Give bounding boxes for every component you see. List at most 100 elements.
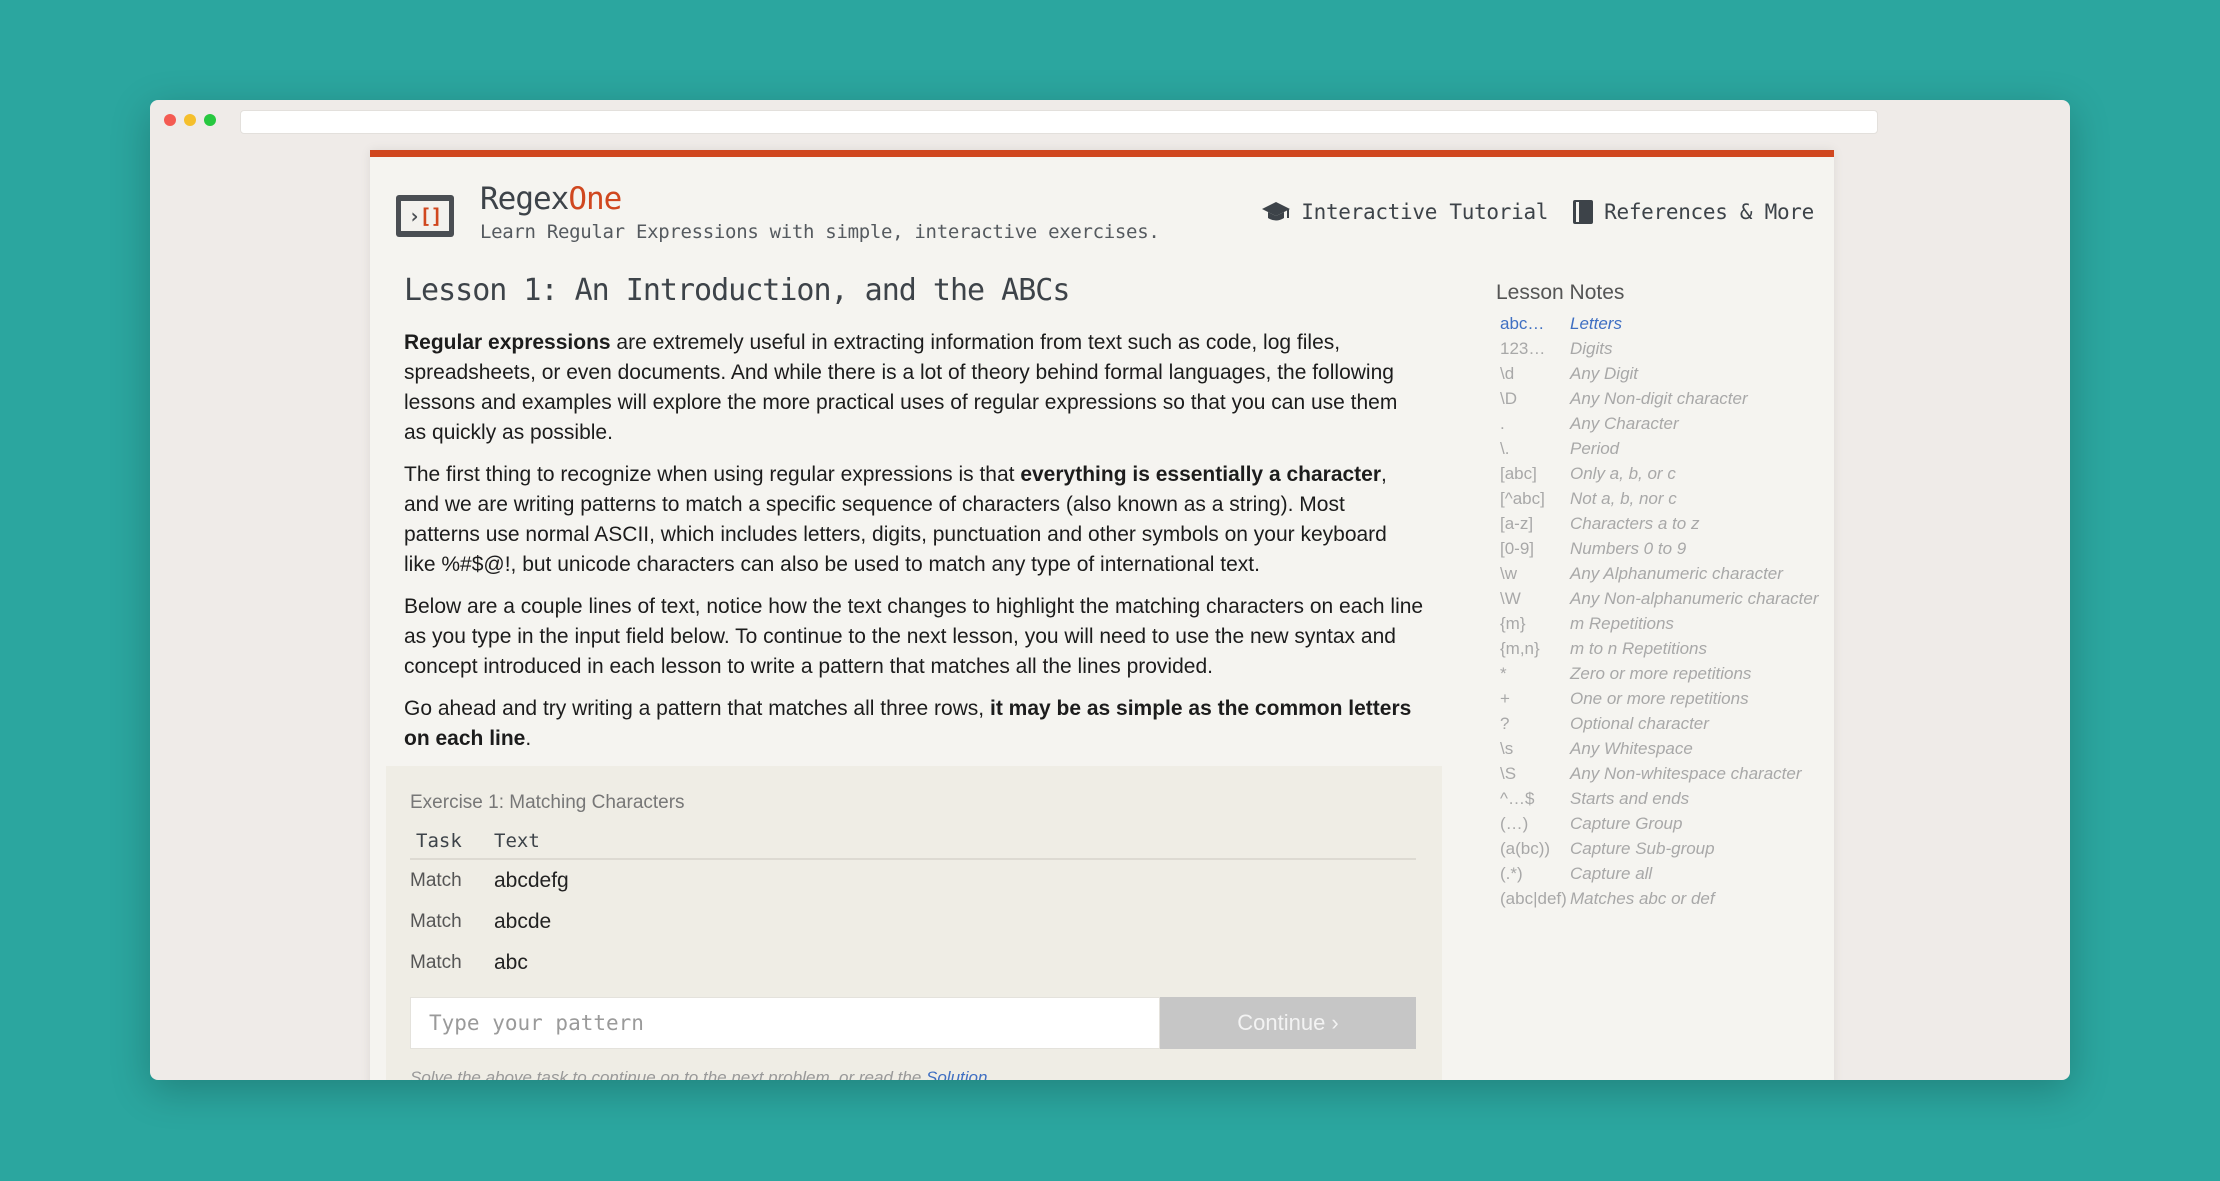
lesson-notes-list: abc… Letters 123… Digits \d Any Digit \D Any No…	[1496, 311, 1836, 911]
pattern-input[interactable]	[410, 997, 1160, 1049]
nav-interactive-tutorial[interactable]: Interactive Tutorial	[1261, 200, 1548, 224]
exercise-panel: Exercise 1: Matching Characters Task Tex…	[386, 766, 1442, 1080]
note-description: Letters	[1570, 313, 1622, 333]
note-symbol: {m,n}	[1500, 638, 1540, 658]
lesson-note-item[interactable]: (a(bc)) Capture Sub-group	[1496, 836, 1836, 861]
note-description: Only a, b, or c	[1570, 463, 1676, 483]
note-description: Not a, b, nor c	[1570, 488, 1677, 508]
note-symbol: \d	[1500, 363, 1515, 383]
lesson-note-item[interactable]: [abc] Only a, b, or c	[1496, 461, 1836, 486]
note-symbol: {m}	[1500, 613, 1526, 633]
note-description: Any Digit	[1570, 363, 1639, 383]
brand-name-accent: One	[568, 181, 622, 217]
lesson-note-item[interactable]: [^abc] Not a, b, nor c	[1496, 486, 1836, 511]
note-symbol: (a(bc))	[1500, 838, 1551, 858]
brand-name-prefix: Regex	[480, 181, 569, 217]
row-text: abcdefg	[494, 868, 569, 892]
nav-references-label: References & More	[1604, 200, 1814, 224]
lesson-note-item[interactable]: abc… Letters	[1496, 311, 1836, 336]
note-description: Period	[1570, 438, 1620, 458]
p4-post: .	[525, 727, 532, 750]
nav-references[interactable]: References & More	[1572, 199, 1814, 225]
p2-bold: everything is essentially a character	[1020, 463, 1382, 486]
exercise-row: Match abcde	[410, 901, 1416, 942]
note-description: Starts and ends	[1570, 788, 1690, 808]
exercise-title: Exercise 1: Matching Characters	[410, 792, 685, 813]
lesson-paragraph-3: Below are a couple lines of text, notice…	[404, 595, 1424, 678]
lesson-note-item[interactable]: [0-9] Numbers 0 to 9	[1496, 536, 1836, 561]
note-symbol: [0-9]	[1500, 538, 1535, 558]
logo-glyph: ›[]	[401, 201, 449, 231]
lesson-note-item[interactable]: * Zero or more repetitions	[1496, 661, 1836, 686]
lesson-note-item[interactable]: [a-z] Characters a to z	[1496, 511, 1836, 536]
row-text: abcde	[494, 909, 552, 933]
note-symbol: \.	[1500, 438, 1510, 458]
book-icon	[1573, 200, 1594, 224]
lesson-note-item[interactable]: \w Any Alphanumeric character	[1496, 561, 1836, 586]
lesson-note-item[interactable]: ? Optional character	[1496, 711, 1836, 736]
lesson-note-item[interactable]: (…) Capture Group	[1496, 811, 1836, 836]
address-bar[interactable]	[240, 110, 1878, 134]
lesson-note-item[interactable]: {m,n} m to n Repetitions	[1496, 636, 1836, 661]
note-description: Any Non-whitespace character	[1570, 763, 1802, 783]
exercise-footer: Solve the above task to continue on to t…	[410, 1068, 992, 1080]
logo-text-right: []	[419, 204, 442, 228]
page: ›[] RegexOne Learn Regular Expressions w…	[370, 150, 1834, 1080]
p2-pre: The first thing to recognize when using …	[404, 463, 1021, 486]
lesson-notes-title: Lesson Notes	[1496, 281, 1625, 304]
col-task-header: Task	[416, 830, 462, 852]
note-symbol: *	[1500, 663, 1507, 683]
lesson-note-item[interactable]: \d Any Digit	[1496, 361, 1836, 386]
brand-tagline: Learn Regular Expressions with simple, i…	[480, 221, 1160, 243]
logo-text-left: ›	[408, 204, 420, 228]
note-symbol: \D	[1500, 388, 1517, 408]
row-task: Match	[410, 869, 462, 891]
exercise-row: Match abc	[410, 942, 1416, 983]
lesson-note-item[interactable]: \s Any Whitespace	[1496, 736, 1836, 761]
note-symbol: \W	[1500, 588, 1521, 608]
note-description: Numbers 0 to 9	[1570, 538, 1687, 558]
continue-button[interactable]: Continue ›	[1160, 997, 1416, 1049]
note-description: m to n Repetitions	[1570, 638, 1708, 658]
window-minimize-dot[interactable]	[184, 114, 196, 126]
pattern-input-group: Continue ›	[410, 997, 1416, 1049]
window-zoom-dot[interactable]	[204, 114, 216, 126]
note-description: Zero or more repetitions	[1570, 663, 1752, 683]
row-task: Match	[410, 951, 462, 973]
footer-text: Solve the above task to continue on to t…	[410, 1068, 926, 1080]
window-close-dot[interactable]	[164, 114, 176, 126]
p1-bold: Regular expressions	[404, 331, 611, 354]
lesson-note-item[interactable]: . Any Character	[1496, 411, 1836, 436]
note-description: Capture Sub-group	[1570, 838, 1715, 858]
lesson-note-item[interactable]: \. Period	[1496, 436, 1836, 461]
note-description: Any Whitespace	[1570, 738, 1693, 758]
lesson-note-item[interactable]: 123… Digits	[1496, 336, 1836, 361]
note-description: Any Non-digit character	[1570, 388, 1748, 408]
lesson-paragraph-2: The first thing to recognize when using …	[404, 460, 1424, 580]
lesson-note-item[interactable]: \S Any Non-whitespace character	[1496, 761, 1836, 786]
p4-pre: Go ahead and try writing a pattern that …	[404, 697, 990, 720]
brand-title[interactable]: RegexOne	[480, 181, 622, 217]
lesson-note-item[interactable]: \W Any Non-alphanumeric character	[1496, 586, 1836, 611]
lesson-note-item[interactable]: \D Any Non-digit character	[1496, 386, 1836, 411]
note-description: Digits	[1570, 338, 1613, 358]
exercise-row: Match abcdefg	[410, 860, 1416, 901]
solution-link[interactable]: Solution.	[926, 1068, 992, 1080]
regexone-logo-icon[interactable]: ›[]	[396, 195, 454, 237]
note-symbol: [abc]	[1500, 463, 1537, 483]
lesson-paragraph-4: Go ahead and try writing a pattern that …	[404, 694, 1424, 754]
lesson-paragraph-1: Regular expressions are extremely useful…	[404, 328, 1424, 448]
note-description: Optional character	[1570, 713, 1709, 733]
exercise-table-header: Task Text	[410, 824, 1416, 860]
lesson-note-item[interactable]: + One or more repetitions	[1496, 686, 1836, 711]
note-description: Any Non-alphanumeric character	[1570, 588, 1819, 608]
lesson-note-item[interactable]: {m} m Repetitions	[1496, 611, 1836, 636]
note-symbol: \w	[1500, 563, 1517, 583]
note-symbol: .	[1500, 413, 1505, 433]
note-description: m Repetitions	[1570, 613, 1674, 633]
row-task: Match	[410, 910, 462, 932]
top-nav: Interactive Tutorial References & More	[1237, 199, 1814, 225]
lesson-note-item[interactable]: (abc|def) Matches abc or def	[1496, 886, 1836, 911]
lesson-note-item[interactable]: (.*) Capture all	[1496, 861, 1836, 886]
lesson-note-item[interactable]: ^…$ Starts and ends	[1496, 786, 1836, 811]
